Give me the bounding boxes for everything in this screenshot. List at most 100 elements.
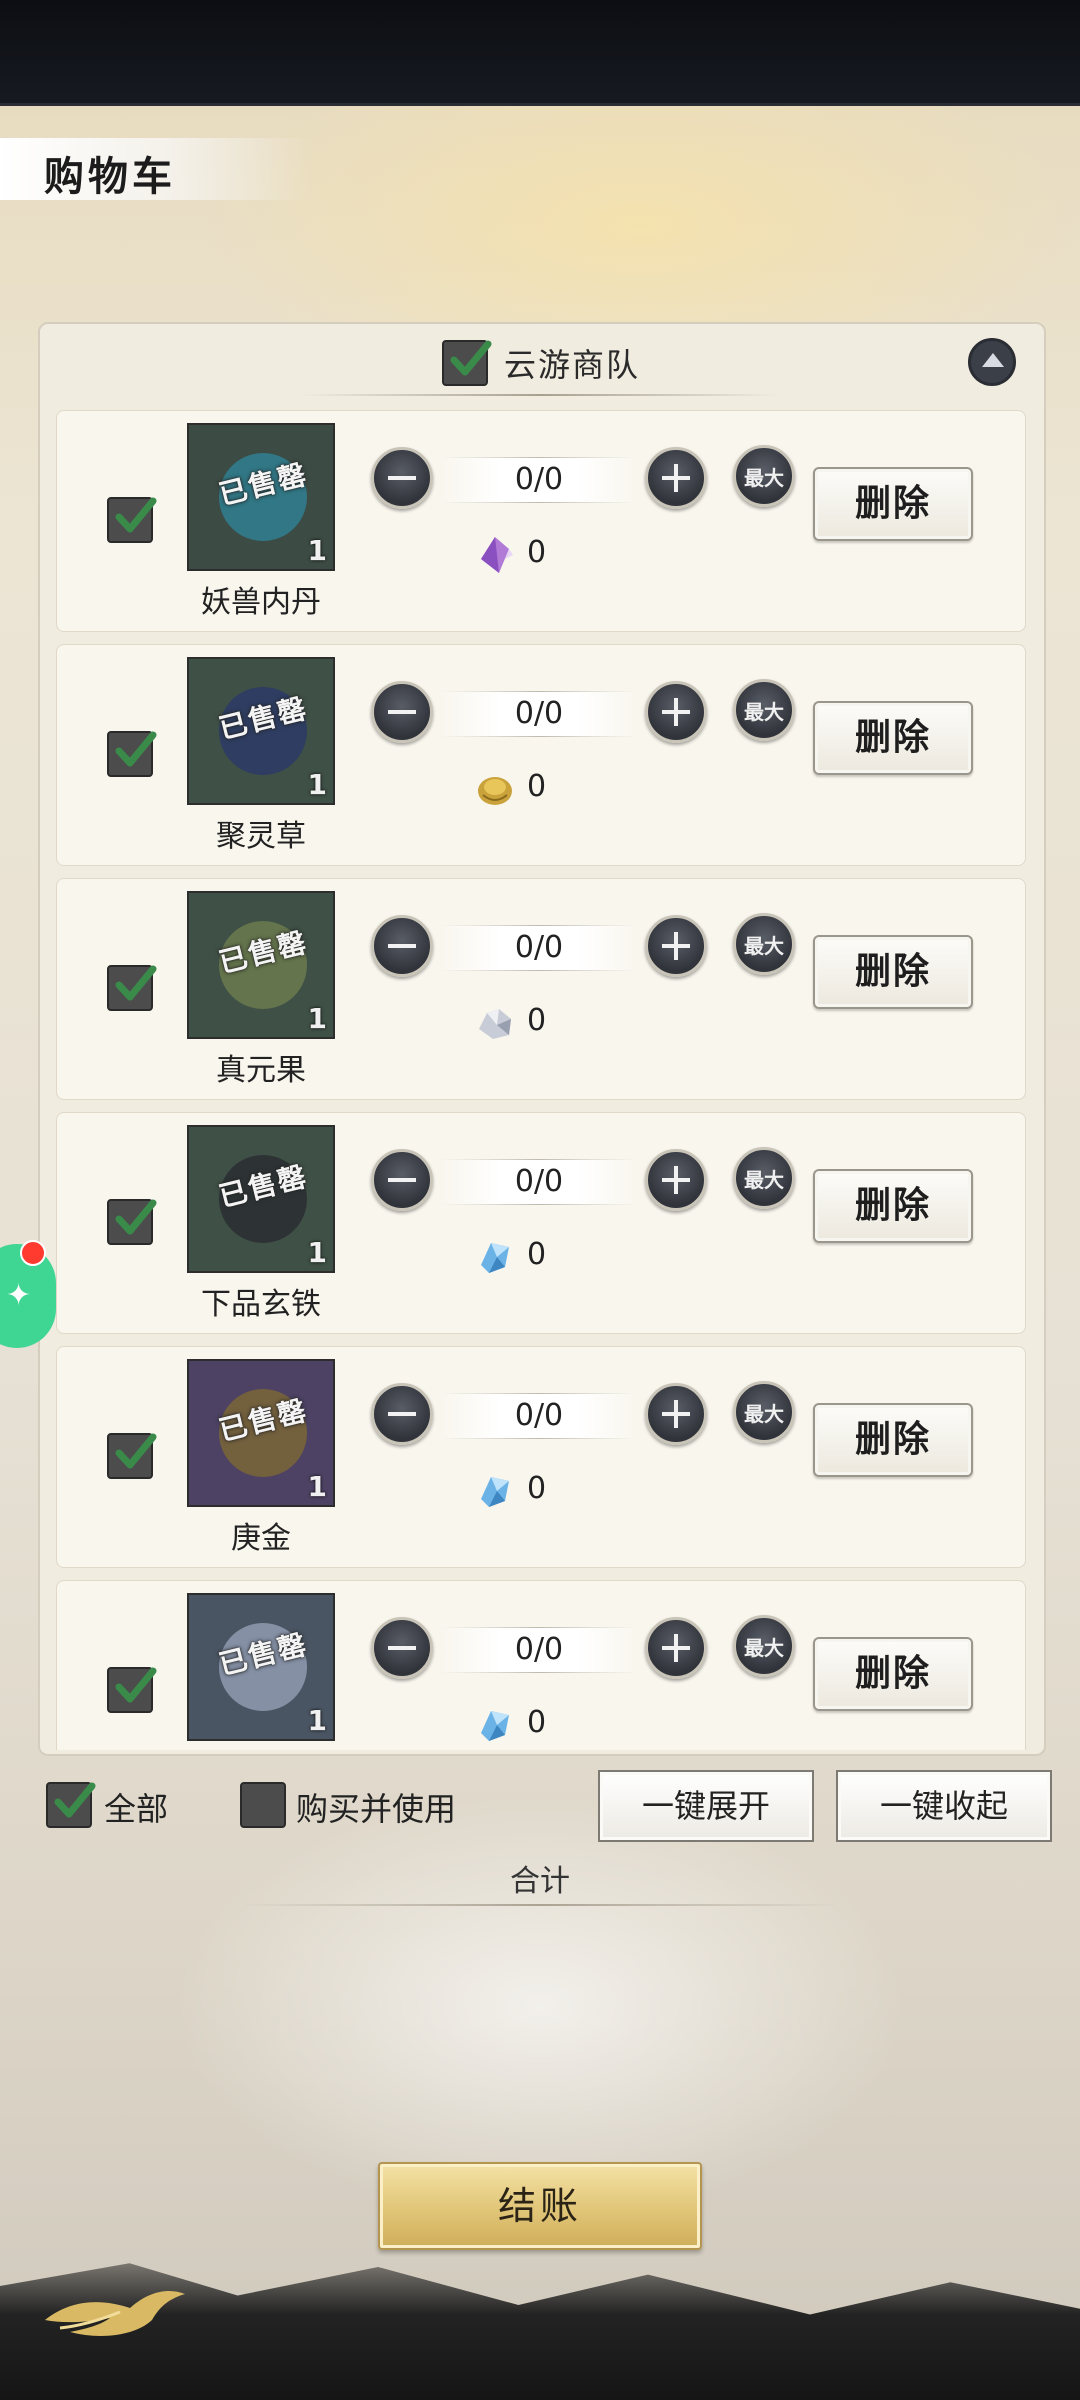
max-label: 最大 (744, 700, 784, 724)
increase-button[interactable] (645, 1617, 707, 1679)
max-quantity-button[interactable]: 最大 (733, 1381, 795, 1443)
item-name: 下品玄铁 (201, 1287, 321, 1322)
item-image[interactable]: 已售罄 1 (187, 657, 335, 805)
item-name: 真元果 (216, 1053, 306, 1088)
increase-button[interactable] (645, 1149, 707, 1211)
increase-button[interactable] (645, 915, 707, 977)
check-icon (115, 965, 157, 1001)
blue-crystal-icon (481, 1477, 509, 1507)
quantity-field[interactable]: 0/0 (441, 925, 637, 971)
item-checkbox[interactable] (107, 1199, 157, 1245)
stock-count: 1 (307, 768, 327, 801)
select-all-checkbox[interactable] (46, 1782, 96, 1828)
delete-button[interactable]: 删除 (813, 1403, 973, 1477)
blue-crystal-icon (481, 1711, 509, 1741)
delete-button[interactable]: 删除 (813, 701, 973, 775)
quantity-field[interactable]: 0/0 (441, 1393, 637, 1439)
checkout-button[interactable]: 结账 (378, 2162, 702, 2250)
cart-item-row: 已售罄 1 聚灵草 0/0 最大 0 删除 (56, 644, 1026, 866)
item-price: 0 (527, 1705, 547, 1740)
quantity-field[interactable]: 0/0 (441, 1159, 637, 1205)
select-all-label: 全部 (104, 1790, 169, 1828)
collapse-group-button[interactable] (968, 338, 1016, 386)
stock-count: 1 (307, 1470, 327, 1503)
blue-crystal-icon (481, 1243, 509, 1273)
stock-count: 1 (307, 1236, 327, 1269)
check-icon (115, 1433, 157, 1469)
check-icon (115, 497, 157, 533)
increase-button[interactable] (645, 447, 707, 509)
collapse-all-button[interactable]: 一键收起 (836, 1770, 1052, 1842)
cart-item-row: 已售罄 1 妖兽内丹 0/0 最大 0 删除 (56, 410, 1026, 632)
decrease-button[interactable] (371, 447, 433, 509)
item-image[interactable]: 已售罄 1 (187, 891, 335, 1039)
increase-button[interactable] (645, 681, 707, 743)
silver-ore-icon (479, 1009, 511, 1039)
item-list[interactable]: 已售罄 1 妖兽内丹 0/0 最大 0 删除 已售罄 1 聚灵草 0/0 最大 … (56, 410, 1026, 1750)
group-name: 云游商队 (504, 346, 641, 384)
item-price: 0 (527, 1471, 547, 1506)
item-name: 庚金 (231, 1521, 291, 1556)
total-label: 合计 (510, 1864, 570, 1899)
expand-all-button[interactable]: 一键展开 (598, 1770, 814, 1842)
item-checkbox[interactable] (107, 497, 157, 543)
golden-bird-logo (45, 2290, 185, 2336)
max-quantity-button[interactable]: 最大 (733, 1147, 795, 1209)
max-label: 最大 (744, 466, 784, 490)
decrease-button[interactable] (371, 681, 433, 743)
max-quantity-button[interactable]: 最大 (733, 679, 795, 741)
item-price: 0 (527, 1237, 547, 1272)
buy-and-use-label: 购买并使用 (296, 1790, 457, 1828)
item-name: 聚灵草 (216, 819, 306, 854)
item-checkbox[interactable] (107, 965, 157, 1011)
cart-item-row: 已售罄 1 真元果 0/0 最大 0 删除 (56, 878, 1026, 1100)
item-checkbox[interactable] (107, 1667, 157, 1713)
decrease-button[interactable] (371, 1383, 433, 1445)
decrease-button[interactable] (371, 915, 433, 977)
item-checkbox[interactable] (107, 731, 157, 777)
max-label: 最大 (744, 934, 784, 958)
quantity-field[interactable]: 0/0 (441, 691, 637, 737)
item-price: 0 (527, 535, 547, 570)
check-icon (115, 731, 157, 767)
item-image[interactable]: 已售罄 1 (187, 1593, 335, 1741)
cart-item-row: 已售罄 1 下品玄铁 0/0 最大 0 删除 (56, 1112, 1026, 1334)
delete-button[interactable]: 删除 (813, 1169, 973, 1243)
check-icon (450, 340, 492, 376)
page-title-tag: 购物车 (0, 138, 310, 200)
max-label: 最大 (744, 1636, 784, 1660)
max-quantity-button[interactable]: 最大 (733, 913, 795, 975)
increase-button[interactable] (645, 1383, 707, 1445)
max-label: 最大 (744, 1168, 784, 1192)
delete-button[interactable]: 删除 (813, 935, 973, 1009)
item-image[interactable]: 已售罄 1 (187, 423, 335, 571)
max-quantity-button[interactable]: 最大 (733, 1615, 795, 1677)
item-image[interactable]: 已售罄 1 (187, 1125, 335, 1273)
status-bar (0, 0, 1080, 106)
cart-item-row: 已售罄 1 庚金 0/0 最大 0 删除 (56, 1346, 1026, 1568)
item-image[interactable]: 已售罄 1 (187, 1359, 335, 1507)
item-name: 妖兽内丹 (201, 585, 321, 620)
page-title: 购物车 (44, 153, 176, 200)
floating-assistant-button[interactable]: ✦ (0, 1240, 56, 1348)
delete-button[interactable]: 删除 (813, 467, 973, 541)
cart-item-row: 已售罄 1 0/0 最大 0 删除 (56, 1580, 1026, 1750)
decrease-button[interactable] (371, 1617, 433, 1679)
group-header: 云游商队 (40, 324, 1044, 402)
quantity-field[interactable]: 0/0 (441, 457, 637, 503)
buy-and-use-checkbox[interactable] (240, 1782, 286, 1828)
group-checkbox[interactable] (442, 340, 492, 386)
divider (240, 1904, 840, 1906)
max-quantity-button[interactable]: 最大 (733, 445, 795, 507)
purple-crystal-icon (481, 537, 513, 573)
delete-button[interactable]: 删除 (813, 1637, 973, 1711)
check-icon (115, 1199, 157, 1235)
item-price: 0 (527, 1003, 547, 1038)
quantity-field[interactable]: 0/0 (441, 1627, 637, 1673)
item-checkbox[interactable] (107, 1433, 157, 1479)
gamepad-icon: ✦ (6, 1278, 32, 1313)
max-label: 最大 (744, 1402, 784, 1426)
decrease-button[interactable] (371, 1149, 433, 1211)
gold-ingot-icon (478, 777, 512, 805)
check-icon (115, 1667, 157, 1703)
